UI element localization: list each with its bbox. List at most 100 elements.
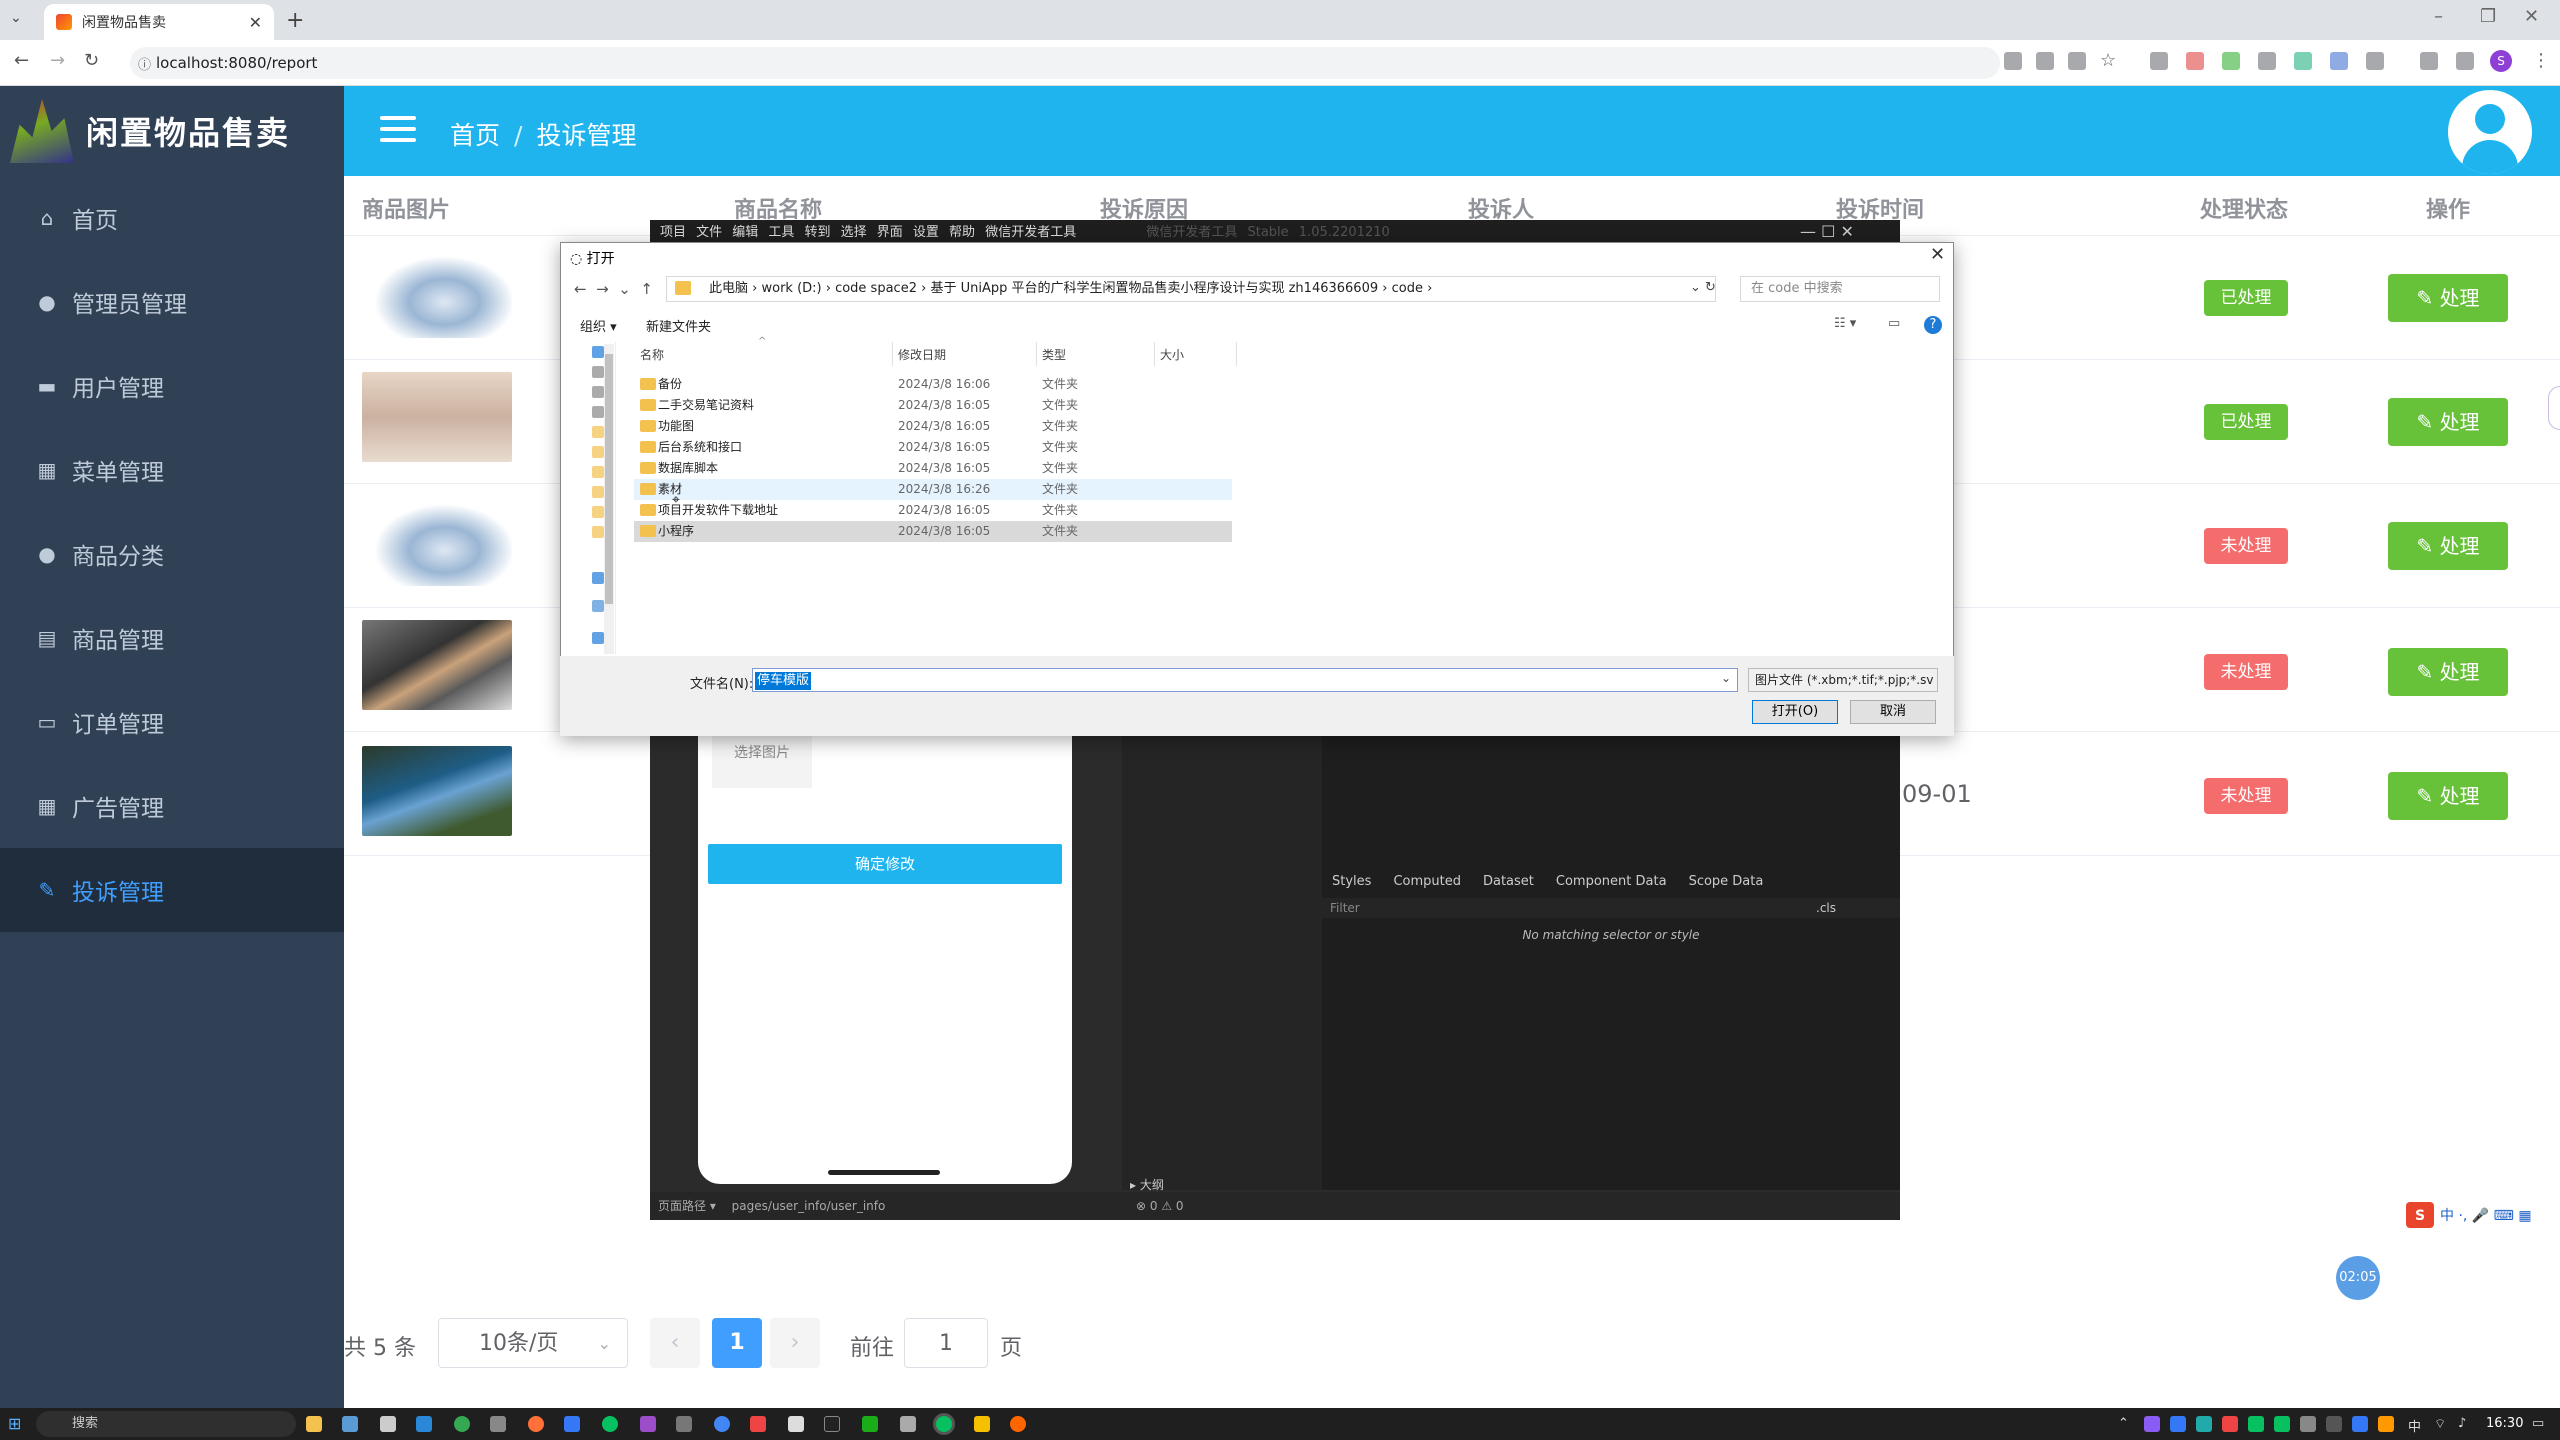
chat-app-icon[interactable] [936,1416,952,1432]
view-options-icon[interactable]: ☷ ▾ [1834,316,1856,331]
nav-this-pc-icon[interactable] [592,600,604,612]
tab-styles[interactable]: Styles [1332,874,1371,889]
ide-window-controls[interactable]: — ☐ ✕ [1800,222,1854,241]
process-button[interactable]: ✎ 处理 [2388,522,2508,570]
app-icon[interactable] [380,1416,396,1432]
preview-pane-icon[interactable]: ▭ [1888,316,1900,331]
open-button[interactable]: 打开(O) [1752,700,1838,724]
page-number-current[interactable]: 1 [712,1318,762,1368]
translate-icon[interactable] [2036,52,2054,70]
extensions-puzzle-icon[interactable] [2366,52,2384,70]
new-tab-icon[interactable]: + [286,8,304,33]
tray-app-icon[interactable] [2326,1416,2342,1432]
process-button[interactable]: ✎ 处理 [2388,274,2508,322]
taskbar-clock[interactable]: 16:30 [2486,1416,2523,1431]
nav-download-icon[interactable] [592,366,604,378]
firefox-icon[interactable] [528,1416,544,1432]
recording-timer[interactable]: 02:05 [2336,1256,2380,1300]
page-size-select[interactable]: 10条/页 ⌄ [438,1318,628,1368]
app-icon[interactable] [900,1416,916,1432]
minimize-icon[interactable]: – [2434,6,2443,27]
extension-green-icon[interactable] [2222,52,2240,70]
organize-button[interactable]: 组织 ▾ [580,316,617,335]
browser-tab[interactable]: 闲置物品售卖 ✕ [44,4,274,40]
dialog-search-input[interactable]: 在 code 中搜索 [1740,276,1940,302]
dialog-nav-buttons[interactable]: ← → ⌄ ↑ [574,280,653,298]
path-segment[interactable]: code [1392,281,1423,296]
download-icon[interactable] [2420,52,2438,70]
col-date[interactable]: 修改日期 [898,346,946,363]
path-segment[interactable]: work (D:) [761,281,821,296]
wechat-icon[interactable] [602,1416,618,1432]
sidebar-item-users[interactable]: ▬ 用户管理 [0,344,344,428]
tray-app-icon[interactable] [2300,1416,2316,1432]
file-row[interactable]: 后台系统和接口 2024/3/8 16:05 文件夹 [634,437,1232,458]
nav-folder-icon[interactable] [592,466,604,478]
nav-scrollbar-thumb[interactable] [605,354,613,604]
zoom-icon[interactable] [2068,52,2086,70]
bookmark-star-icon[interactable]: ☆ [2100,50,2116,71]
nav-folder-icon[interactable] [592,426,604,438]
back-icon[interactable]: ← [14,50,29,71]
tab-component-data[interactable]: Component Data [1556,874,1667,889]
nav-quick-access-icon[interactable] [592,346,604,358]
extension-copy-icon[interactable] [2258,52,2276,70]
url-bar[interactable]: localhost:8080/report [130,47,2000,79]
tray-lang[interactable]: 中 [2408,1416,2421,1435]
goto-page-input[interactable]: 1 [904,1318,988,1368]
sidebar-item-home[interactable]: ⌂ 首页 [0,176,344,260]
address-path-bar[interactable]: 此电脑 › work (D:) › code space2 › 基于 UniAp… [666,276,1716,302]
confirm-modify-button[interactable]: 确定修改 [708,844,1062,884]
styles-filter-input[interactable]: Filter .cls [1322,898,1900,918]
new-folder-button[interactable]: 新建文件夹 [646,316,711,335]
filename-dropdown-icon[interactable]: ⌄ [1721,671,1731,685]
tab-close-icon[interactable]: ✕ [249,13,262,32]
nav-folder-icon[interactable] [592,526,604,538]
path-dropdown-refresh-icon[interactable]: ⌄ ↻ [1690,280,1716,295]
network-icon[interactable]: ⌔ [2434,1416,2446,1432]
notification-icon[interactable]: ▭ [2532,1416,2544,1431]
filename-input[interactable]: 停车模版 ⌄ [752,668,1738,692]
tray-app-icon[interactable] [2378,1416,2394,1432]
app-icon[interactable] [342,1416,358,1432]
notes-icon[interactable] [974,1416,990,1432]
dialog-close-icon[interactable]: ✕ [1930,244,1945,265]
tray-wechat-icon[interactable] [2248,1416,2264,1432]
file-row[interactable]: 二手交易笔记资料 2024/3/8 16:05 文件夹 [634,395,1232,416]
app-icon[interactable] [788,1416,804,1432]
filetype-select[interactable]: 图片文件 (*.xbm;*.tif;*.pjp;*.sv [1748,668,1938,692]
col-name[interactable]: 名称 [640,346,664,363]
file-explorer-icon[interactable] [306,1416,322,1432]
cancel-button[interactable]: 取消 [1850,700,1936,724]
app-icon[interactable] [564,1416,580,1432]
process-button[interactable]: ✎ 处理 [2388,772,2508,820]
sidebar-item-menu[interactable]: ▦ 菜单管理 [0,428,344,512]
nav-folder-icon[interactable] [592,486,604,498]
tab-dataset[interactable]: Dataset [1483,874,1534,889]
profile-avatar-icon[interactable]: S [2490,50,2512,72]
file-row[interactable]: 项目开发软件下载地址 2024/3/8 16:05 文件夹 [634,500,1232,521]
password-icon[interactable] [2004,52,2022,70]
next-page-button[interactable]: › [770,1318,820,1368]
sidepanel-icon[interactable] [2456,52,2474,70]
site-info-icon[interactable]: ⓘ [138,54,151,73]
windows-start-icon[interactable]: ⊞ [8,1414,21,1433]
tab-computed[interactable]: Computed [1393,874,1461,889]
help-icon[interactable]: ? [1924,316,1942,334]
col-type[interactable]: 类型 [1042,346,1066,363]
app-icon[interactable] [750,1416,766,1432]
sidebar-item-complaints[interactable]: ✎ 投诉管理 [0,848,344,932]
nav-pictures-icon[interactable] [592,406,604,418]
sidebar-item-ads[interactable]: ▦ 广告管理 [0,764,344,848]
file-row[interactable]: 功能图 2024/3/8 16:05 文件夹 [634,416,1232,437]
tray-overflow-icon[interactable]: ⌃ [2118,1416,2129,1431]
volume-icon[interactable]: ♪ [2458,1416,2466,1431]
chrome-icon[interactable] [454,1416,470,1432]
extension-camera-icon[interactable] [2150,52,2168,70]
nav-folder-icon[interactable] [592,446,604,458]
ime-toolbar[interactable]: S 中 ·, 🎤 ⌨ ▦ [2406,1202,2558,1230]
file-row[interactable]: 素材 2024/3/8 16:26 文件夹 [634,479,1232,500]
close-window-icon[interactable]: ✕ [2524,6,2539,27]
nav-folder-icon[interactable] [592,506,604,518]
tray-app-icon[interactable] [2352,1416,2368,1432]
